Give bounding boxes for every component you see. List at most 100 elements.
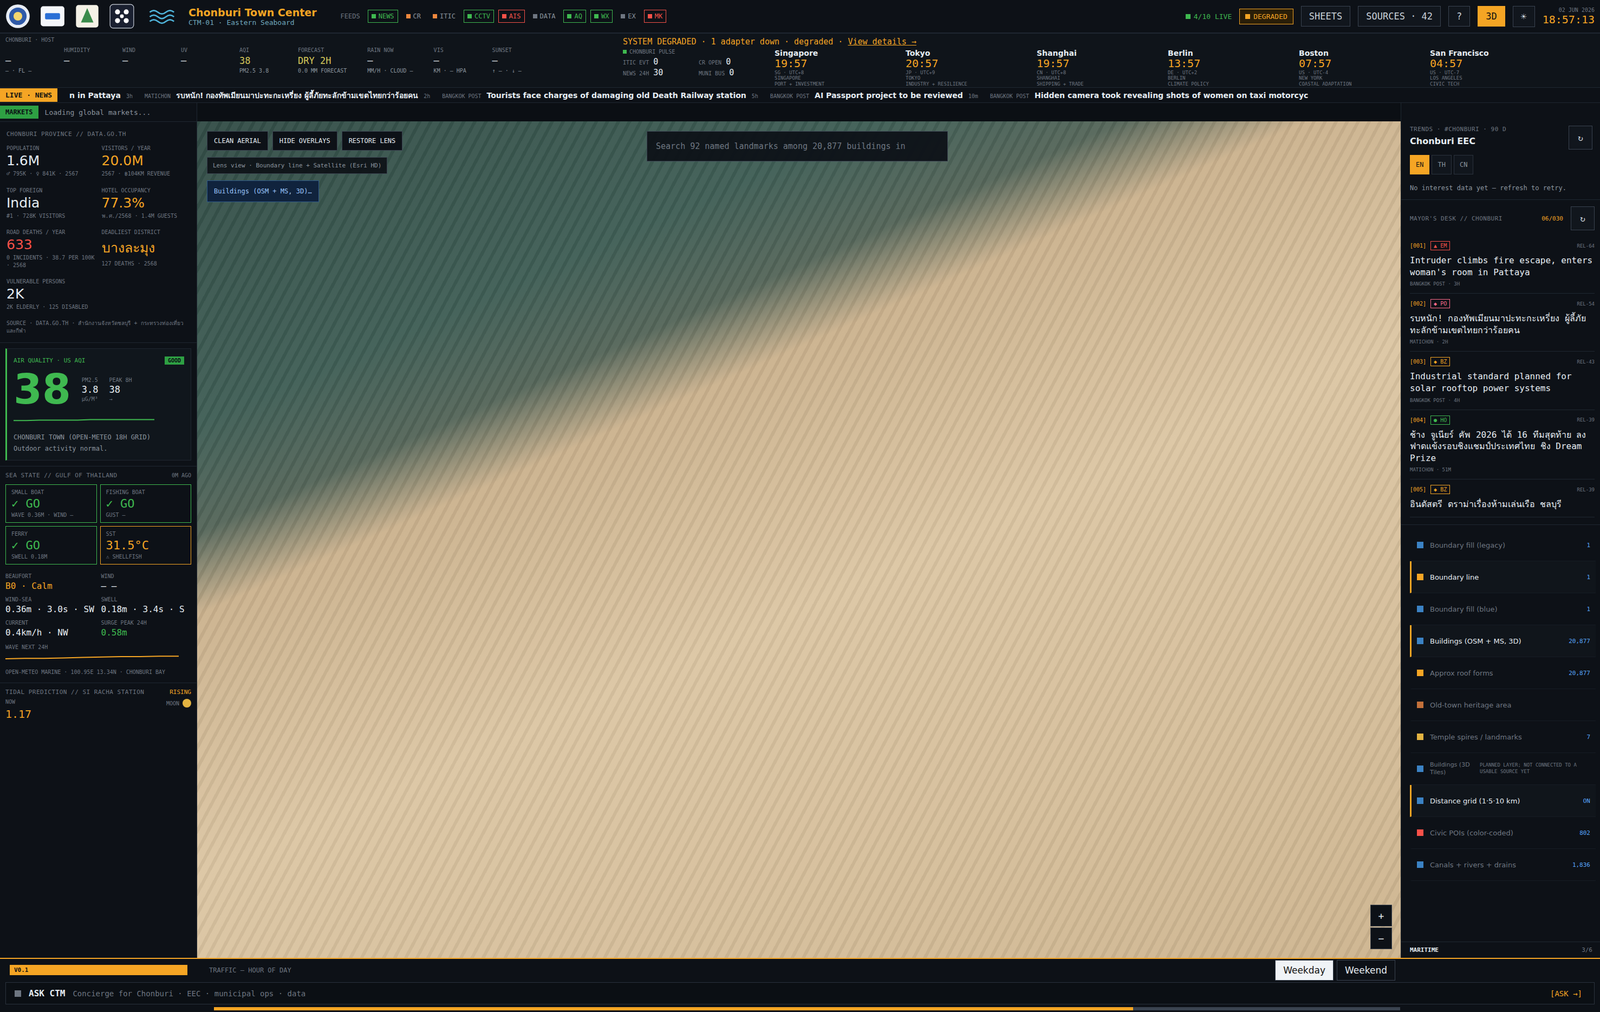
world-clock: Tokyo 20:57 JP · UTC+9 TOKYO INDUSTRY + … [905,48,1030,87]
map-view[interactable]: CLEAN AERIALHIDE OVERLAYSRESTORE LENS Le… [197,121,1401,958]
layer-swatch-icon [1416,797,1424,804]
wave-sparkline [5,652,179,663]
news-ticker: LIVE · NEWS n in Pattaya 3h MATICHON รบหน… [0,87,1600,103]
layer-row[interactable]: Boundary line 1 [1409,561,1596,594]
app-subtitle: CTM-01 · Eastern Seaboard [188,18,317,27]
view-details-link[interactable]: View details → [847,36,916,47]
map-control-button[interactable]: CLEAN AERIAL [206,131,269,151]
traffic-tab[interactable]: Weekday [1275,959,1334,981]
toolbar-button[interactable]: ? [1448,5,1471,27]
news-item[interactable]: [003] ◆ BZ REL-43 Industrial standard pl… [1409,351,1595,410]
warning-square-icon [1245,14,1251,19]
sea-card: SST 31.5°C ⚠ SHELLFISH [100,525,192,565]
layer-row[interactable]: Old-town heritage area [1409,688,1596,721]
toolbar-button[interactable]: SHEETS [1301,5,1351,27]
sea-condition: BEAUFORT B0 · Calm [5,573,96,591]
ticker-item[interactable]: BANGKOK POST Hidden camera took revealin… [990,90,1309,100]
live-news-badge: LIVE · NEWS [0,88,58,102]
layer-row[interactable]: Buildings (OSM + MS, 3D) 20,877 [1409,625,1596,658]
feed-chip[interactable]: CCTV [463,9,494,23]
language-tab[interactable]: TH [1431,154,1452,175]
weather-item: SUNSET — ↑ — · ↓ — [492,47,531,74]
status-dot-icon [432,14,438,19]
version-tag: V0.1 [9,964,188,975]
layer-row[interactable]: Buildings (3D Tiles) PLANNED LAYER; NOT … [1409,752,1596,785]
ticker-item[interactable]: n in Pattaya 3h [69,90,133,100]
tide-panel: TIDAL PREDICTION // SI RACHA STATIONRISI… [0,682,197,726]
timeline-progress[interactable] [213,1006,1401,1011]
layer-row[interactable]: Approx roof forms 20,877 [1409,657,1596,689]
ask-bar[interactable]: ASK CTM Concierge for Chonburi · EEC · m… [5,981,1595,1005]
mode-toggle[interactable]: 3D [1477,5,1505,27]
feed-chip[interactable]: EX [616,9,640,23]
world-clock: San Francisco 04:57 US · UTC-7 LOS ANGEL… [1429,48,1554,87]
weather-item: WIND — [122,47,161,74]
layer-row[interactable]: Boundary fill (blue) 1 [1409,593,1596,626]
network-logo-icon[interactable] [109,3,135,29]
wave-icon [148,7,178,25]
news-item[interactable]: [002] ◆ PO REL-54 รบหนัก! กองทัพเมียนมาป… [1409,293,1595,352]
feed-chip[interactable]: ITIC [428,9,460,23]
agency-logo-icon[interactable] [40,3,65,29]
ticker-item[interactable]: BANGKOK POST AI Passport project to be r… [770,90,979,100]
app-title: Chonburi Town Center [188,6,317,19]
toolbar-button[interactable]: SOURCES · 42 [1357,5,1441,27]
layer-swatch-icon [1416,669,1424,676]
layer-row[interactable]: Temple spires / landmarks 7 [1409,720,1596,753]
news-item[interactable]: [001] ▲ EM REL-64 Intruder climbs fire e… [1409,235,1595,294]
refresh-button[interactable]: ↻ [1570,206,1595,231]
feed-chip[interactable]: DATA [529,9,560,23]
layer-swatch-icon [1416,541,1424,549]
traffic-tab[interactable]: Weekend [1336,959,1396,981]
feed-chip[interactable]: WX [590,9,613,23]
info-band: CHONBURI · HOST — — · FL —HUMIDITY — WIN… [0,33,1600,88]
layer-row[interactable]: Canals + rivers + drains 1,836 [1409,848,1596,881]
ticker-item[interactable]: BANGKOK POST Tourists face charges of da… [441,90,759,100]
feed-chip[interactable]: AIS [498,9,525,23]
seal-icon[interactable] [5,3,31,29]
world-clock: Singapore 19:57 SG · UTC+8 SINGAPORE POR… [774,48,899,87]
news-item[interactable]: [004] ● HO REL-39 ช้าง จูเนียร์ คัพ 2026… [1409,410,1595,480]
dashboard: Chonburi Town Center CTM-01 · Eastern Se… [0,0,1600,1012]
map-controls: CLEAN AERIALHIDE OVERLAYSRESTORE LENS Le… [206,131,403,203]
source-note: SOURCE · DATA.GO.TH · สำนักงานจังหวัดชลบ… [6,319,191,335]
landmark-search[interactable]: Search 92 named landmarks among 20,877 b… [646,131,948,162]
sea-condition: WIND — — [101,573,192,591]
layer-swatch-icon [1416,829,1424,836]
top-bar: Chonburi Town Center CTM-01 · Eastern Se… [0,0,1600,34]
province-stat: ROAD DEATHS / YEAR 633 0 INCIDENTS · 38.… [6,229,96,269]
emblem-icon[interactable] [74,3,100,29]
status-dot-icon [532,14,538,19]
layer-row[interactable]: Civic POIs (color-coded) 802 [1409,816,1596,849]
theme-toggle[interactable]: ☀ [1512,5,1536,28]
pulse-panel: CHONBURI PULSE ITIC EVT0CR OPEN0NEWS 24H… [622,48,770,87]
ticker-item[interactable]: MATICHON รบหนัก! กองทัพเมียนมาปะทะกะเหรี… [144,89,431,102]
zoom-button[interactable]: − [1370,927,1393,949]
live-count: 4/10 LIVE [1185,12,1232,21]
layer-chip[interactable]: Buildings (OSM + MS, 3D)… [206,180,320,203]
map-control-button[interactable]: RESTORE LENS [341,131,403,151]
world-clock: Boston 07:57 US · UTC-4 NEW YORK COASTAL… [1298,48,1423,87]
status-dot-icon [467,14,472,19]
zoom-button[interactable]: + [1370,904,1393,927]
feed-chip[interactable]: MK [644,9,667,23]
feed-chip[interactable]: AQ [563,9,586,23]
layer-row[interactable]: Distance grid (1·5·10 km) ON [1409,784,1596,817]
sea-condition: SWELL 0.18m · 3.4s · S [101,596,192,615]
map-control-button[interactable]: HIDE OVERLAYS [272,131,338,151]
province-panel: CHONBURI PROVINCE // DATA.GO.TH POPULATI… [0,121,197,343]
ask-button[interactable]: [ASK →] [1546,988,1586,999]
status-badge[interactable]: DEGRADED [1239,8,1294,25]
layer-row[interactable]: Boundary fill (legacy) 1 [1409,529,1596,562]
feed-chip[interactable]: CR [402,9,425,23]
pulse-stat: MUNI BUS0 [698,67,770,78]
refresh-button[interactable]: ↻ [1568,125,1593,150]
feed-chip[interactable]: NEWS [367,9,399,23]
maritime-section[interactable]: MARITIME3/6 [1401,941,1600,958]
moon-icon [182,698,192,708]
language-tab[interactable]: CN [1453,154,1474,175]
language-tab[interactable]: EN [1409,154,1430,175]
local-clock: 02 JUN 2026 18:57:13 [1542,7,1595,26]
status-dot-icon [647,14,653,19]
news-item[interactable]: [005] ◆ BZ REL-39 อินดัสตรี ดราม่าเรื่อง… [1409,479,1595,518]
